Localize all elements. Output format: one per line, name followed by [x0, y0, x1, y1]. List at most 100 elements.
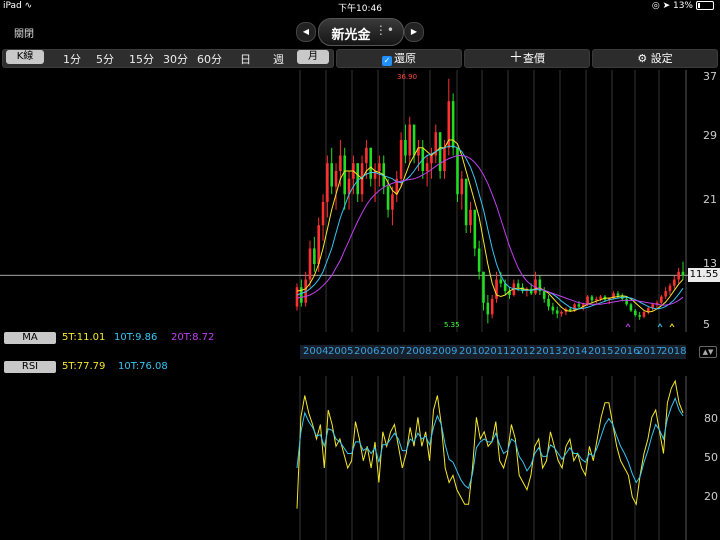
year-label: 2010 [459, 346, 485, 357]
candle-body [343, 155, 347, 195]
candle-body [321, 202, 325, 226]
year-axis: 2004 2005 2006 2007 2008 2009 2010 2011 … [300, 345, 686, 359]
arrow-right-icon[interactable]: ▶ [404, 22, 424, 42]
status-right: ◎ ➤ 13% [652, 1, 714, 11]
candle-body [673, 279, 676, 286]
ma-line-5T [296, 139, 684, 313]
price-axis-label: 21 [703, 193, 717, 206]
candle-body [469, 209, 472, 226]
candle-body [542, 291, 546, 299]
candle-body [386, 186, 390, 210]
ma-legend: MA 5T:11.01 10T:9.86 20T:8.72 [0, 332, 720, 345]
candle-body [681, 271, 685, 276]
period-60min[interactable]: 60分 [197, 51, 222, 67]
candle-body [590, 296, 594, 301]
period-15min[interactable]: 15分 [129, 51, 154, 67]
candle-body [365, 147, 368, 164]
candle-body [625, 298, 628, 305]
candle-body [339, 155, 342, 171]
candle-body [577, 304, 581, 307]
candle-body [616, 293, 620, 296]
candle-body [573, 304, 576, 311]
clock: 下午10:46 [338, 4, 382, 14]
year-label: 2009 [432, 346, 458, 357]
settings-button[interactable]: ⚙ 設定 [592, 49, 718, 68]
candle-body [638, 315, 641, 317]
candle-body [594, 298, 598, 301]
price-chart[interactable] [0, 70, 720, 332]
candle-body [560, 312, 563, 314]
period-week[interactable]: 週 [273, 51, 284, 67]
period-1min[interactable]: 1分 [63, 51, 81, 67]
candle-body [642, 312, 646, 317]
period-5min[interactable]: 5分 [96, 51, 114, 67]
candle-body [438, 132, 442, 171]
candle-body [408, 124, 412, 156]
candle-body [473, 209, 477, 249]
candle-body [443, 147, 446, 171]
battery-percent: 13% [672, 1, 693, 11]
candle-body [664, 291, 667, 297]
collapse-icon[interactable]: ▲▼ [699, 346, 717, 358]
stock-title-pill[interactable]: 新光金 ⋮• [318, 18, 404, 46]
rsi-axis-label: 80 [704, 412, 718, 425]
signal-marker [669, 323, 675, 328]
candle-body [486, 302, 490, 315]
nav-bar: 關閉 ◀ 新光金 ⋮• ▶ [0, 14, 720, 46]
year-label: 2005 [328, 346, 354, 357]
checkbox-icon[interactable]: ✓ [382, 56, 392, 66]
candle-body [633, 310, 637, 316]
reorder-icon[interactable]: ⋮• [375, 23, 394, 37]
low-price-label: 5.35 [444, 321, 460, 329]
candle-body [334, 171, 338, 187]
candle-body [308, 248, 312, 280]
candle-body [330, 163, 333, 187]
kline-button[interactable]: K線 [6, 50, 44, 64]
year-label: 2014 [562, 346, 588, 357]
year-label: 2007 [380, 346, 406, 357]
candle-body [412, 124, 416, 156]
candle-body [499, 279, 503, 284]
year-label: 2016 [614, 346, 640, 357]
lookup-label: 查價 [523, 52, 545, 65]
rsi-5-value: 5T:77.79 [62, 361, 106, 372]
year-label: 2012 [510, 346, 536, 357]
settings-label: 設定 [650, 52, 673, 65]
candle-body [677, 271, 680, 280]
ma-tag[interactable]: MA [4, 332, 56, 344]
candle-body [399, 140, 403, 179]
candle-body [555, 310, 559, 314]
candle-body [317, 225, 320, 264]
restore-button[interactable]: ✓ 還原 [336, 49, 462, 68]
rotation-lock-icon: ◎ [651, 1, 660, 11]
candle-body [369, 147, 373, 179]
candle-body [464, 178, 468, 226]
gear-icon: ⚙ [637, 52, 648, 65]
ma-line-20T [296, 155, 684, 306]
candle-body [599, 296, 602, 299]
close-button[interactable]: 關閉 [14, 25, 34, 40]
location-icon: ➤ [662, 1, 671, 11]
year-label: 2008 [406, 346, 432, 357]
lookup-button[interactable]: ＋查價 [464, 49, 590, 68]
restore-label: 還原 [394, 52, 416, 65]
signal-marker [625, 323, 631, 328]
rsi-10-value: 10T:76.08 [118, 361, 168, 372]
rsi-tag[interactable]: RSI [4, 361, 56, 373]
period-month[interactable]: 月 [297, 50, 329, 64]
rsi-axis-label: 50 [704, 451, 718, 464]
year-label: 2013 [536, 346, 562, 357]
candle-body [551, 306, 555, 311]
period-30min[interactable]: 30分 [163, 51, 188, 67]
arrow-left-icon[interactable]: ◀ [296, 22, 316, 42]
current-price-label: 11.55 [688, 268, 720, 282]
candle-body [404, 140, 407, 156]
candle-body [516, 283, 520, 288]
battery-icon [696, 1, 714, 10]
candle-body [660, 296, 663, 303]
rsi-legend: RSI 5T:77.79 10T:76.08 [0, 361, 720, 374]
ma-20-value: 20T:8.72 [171, 332, 215, 343]
period-day[interactable]: 日 [240, 51, 251, 67]
rsi-chart[interactable] [0, 376, 720, 540]
ma-10-value: 10T:9.86 [114, 332, 158, 343]
